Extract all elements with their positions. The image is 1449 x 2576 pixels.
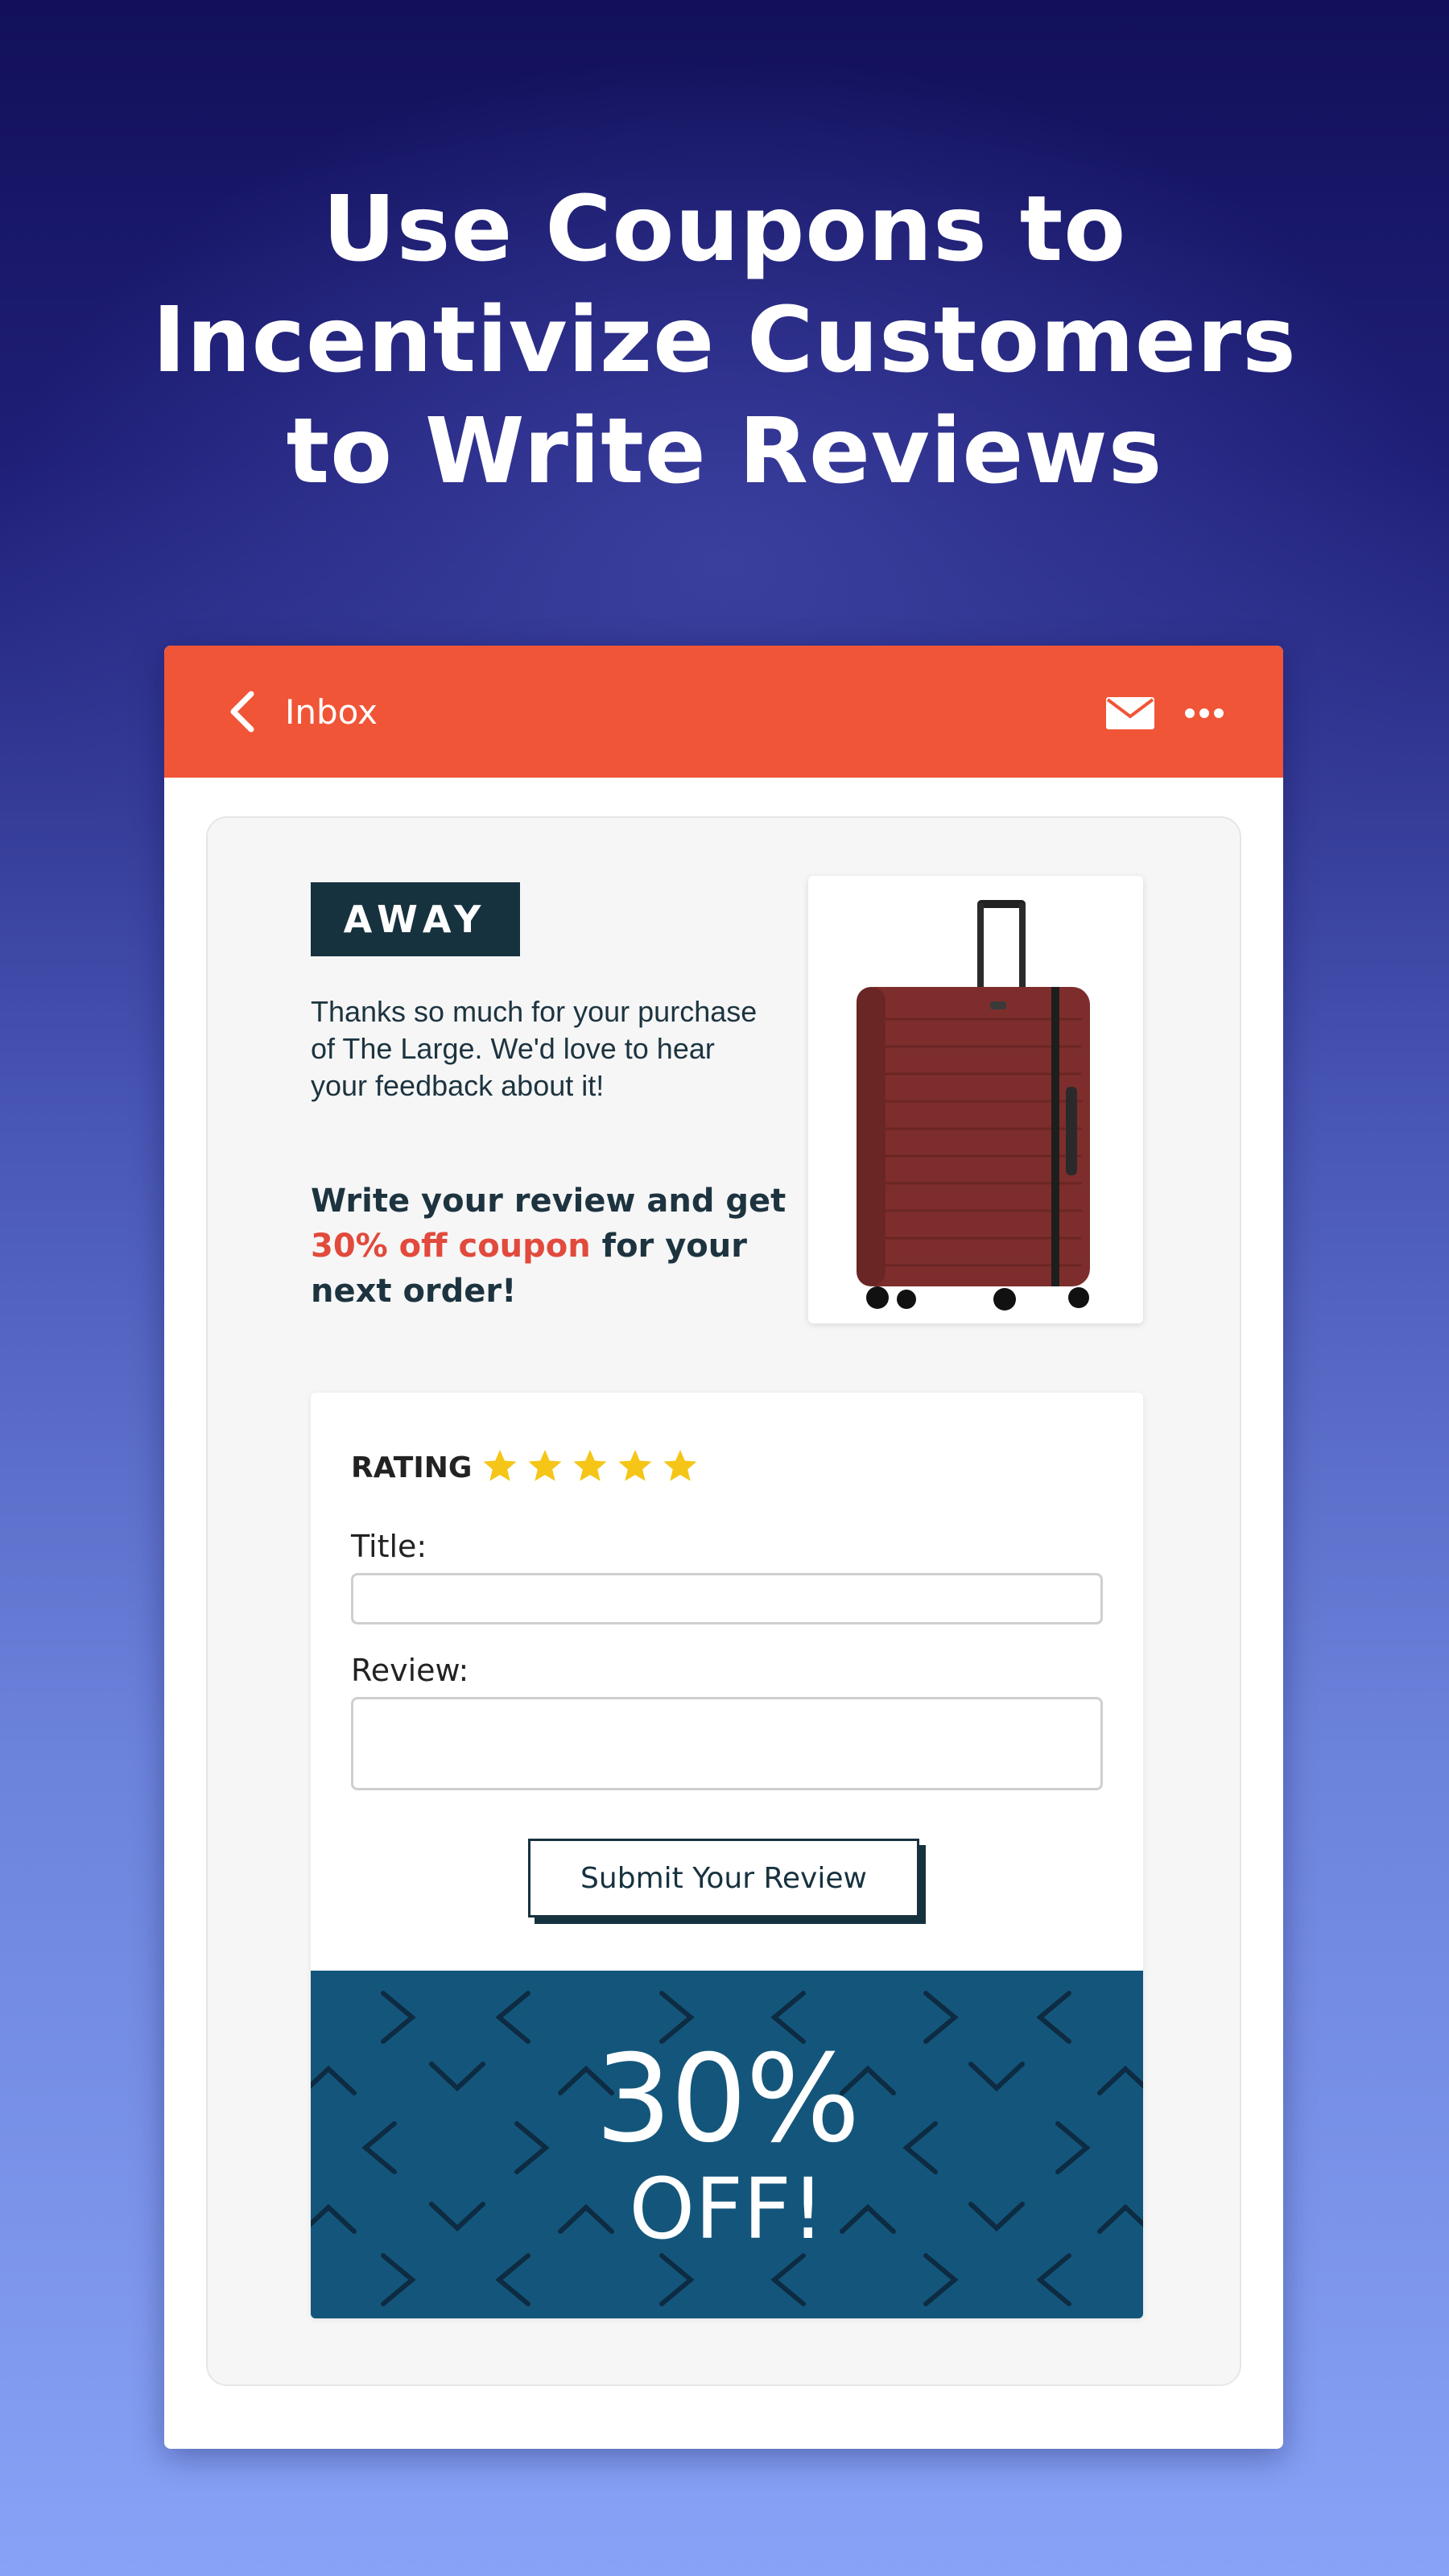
offer-text-before: Write your review and get <box>311 1183 786 1220</box>
coupon-percent: 30% <box>595 2029 860 2169</box>
offer-highlight: 30% off coupon <box>311 1228 591 1265</box>
star-icon[interactable] <box>662 1447 699 1484</box>
coupon-text: 30% OFF! <box>311 2035 1143 2254</box>
page-headline: Use Coupons to Incentivize Customers to … <box>0 174 1449 507</box>
title-input[interactable] <box>351 1573 1103 1624</box>
coupon-off: OFF! <box>629 2160 825 2258</box>
email-mockup: Inbox AWAY Thanks so much for your purch… <box>164 646 1283 2449</box>
star-icon[interactable] <box>572 1447 609 1484</box>
title-label: Title: <box>351 1529 427 1564</box>
envelope-icon[interactable] <box>1106 697 1154 729</box>
star-rating[interactable] <box>481 1447 699 1484</box>
inbox-link[interactable]: Inbox <box>285 692 378 733</box>
coupon-banner: 30% OFF! <box>311 1971 1143 2318</box>
review-textarea[interactable] <box>351 1697 1103 1790</box>
star-icon[interactable] <box>617 1447 654 1484</box>
thanks-message: Thanks so much for your purchase of The … <box>311 995 758 1102</box>
offer-message: Write your review and get 30% off coupon… <box>311 1179 810 1314</box>
star-icon[interactable] <box>481 1447 518 1484</box>
headline-line-1: Use Coupons to <box>322 177 1127 282</box>
email-topbar: Inbox <box>164 646 1283 778</box>
suitcase-icon <box>857 900 1090 1311</box>
rating-label: RATING <box>351 1451 473 1484</box>
review-label: Review: <box>351 1653 469 1688</box>
product-image <box>808 876 1143 1323</box>
submit-review-button[interactable]: Submit Your Review <box>528 1839 919 1918</box>
ellipsis-icon[interactable] <box>1183 707 1225 720</box>
star-icon[interactable] <box>526 1447 564 1484</box>
headline-line-3: to Write Reviews <box>286 399 1163 504</box>
headline-line-2: Incentivize Customers <box>152 288 1297 393</box>
chevron-left-icon[interactable] <box>225 689 258 734</box>
review-form: RATING Title: Review: Submit Your Review <box>311 1393 1143 2318</box>
email-body: AWAY Thanks so much for your purchase of… <box>206 816 1241 2386</box>
submit-button-wrap: Submit Your Review <box>528 1839 926 1924</box>
brand-logo: AWAY <box>311 882 520 956</box>
